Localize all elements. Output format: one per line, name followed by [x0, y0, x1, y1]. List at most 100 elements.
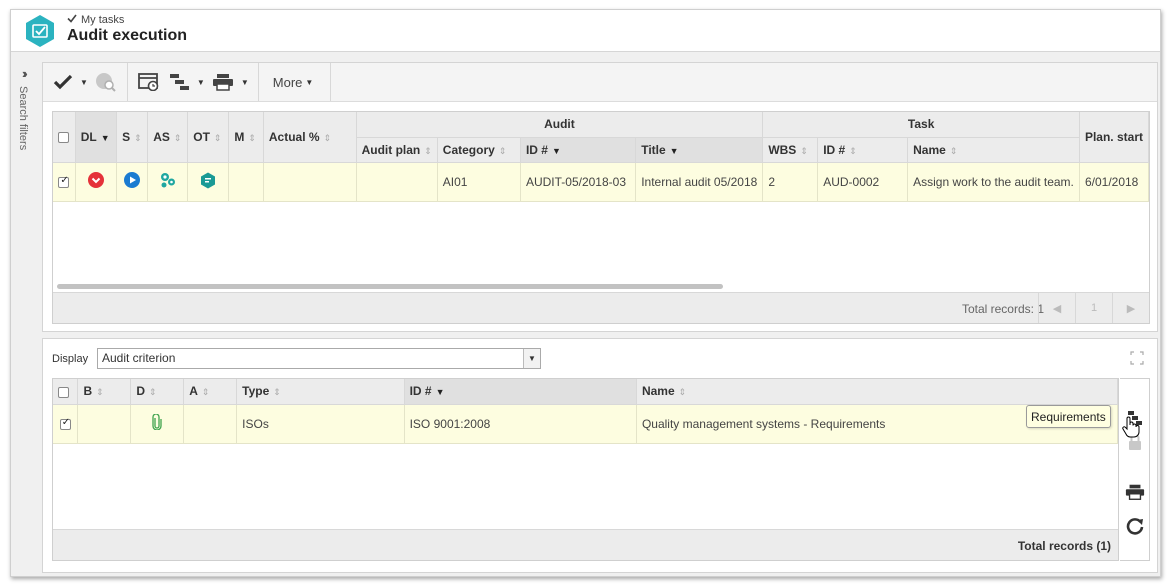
expand-filters-icon[interactable]: ›› [22, 66, 27, 81]
select-all-checkbox[interactable] [58, 386, 69, 398]
column-header-name[interactable]: Name ⇕ [907, 137, 1080, 163]
table-row[interactable]: AI01 AUDIT-05/2018-03 Internal audit 05/… [53, 162, 1149, 202]
column-label-a: A [189, 384, 198, 399]
breadcrumb-label: My tasks [81, 14, 125, 26]
current-page[interactable]: 1 [1075, 293, 1112, 323]
print-button[interactable] [1124, 481, 1146, 503]
column-label-wbs: WBS [768, 142, 797, 157]
column-label-name: Name [913, 142, 946, 157]
column-header-task-id[interactable]: ID # ⇕ [817, 137, 909, 163]
more-button[interactable]: More ▼ [265, 69, 325, 95]
column-label-as: AS [153, 129, 170, 144]
toolbar: ▼ ▼ ▼ More ▼ [43, 63, 1157, 102]
column-header-as[interactable]: AS ⇕ [147, 112, 189, 163]
refresh-button[interactable] [1124, 515, 1146, 537]
row-checkbox[interactable] [59, 417, 71, 430]
disabled-action-button[interactable] [91, 69, 121, 95]
toolbar-group-view: ▼ ▼ [128, 63, 259, 101]
audit-id-cell: AUDIT-05/2018-03 [520, 162, 637, 202]
tasks-grid-footer: Total records: 1 ◀ 1 ▶ [53, 292, 1149, 323]
previous-page-button[interactable]: ◀ [1038, 293, 1075, 323]
column-header-m[interactable]: M ⇕ [228, 112, 264, 163]
print-button[interactable] [208, 69, 238, 95]
sort-icon: ⇕ [248, 132, 256, 143]
criteria-grid: B ⇕ D ⇕ A ⇕ Type ⇕ ID # ▼ Name ⇕ ✓ ISOs … [52, 378, 1119, 561]
row-select-cell[interactable] [53, 404, 79, 444]
column-header-actual[interactable]: Actual % ⇕ [263, 112, 357, 163]
task-name-cell: Assign work to the audit team. [907, 162, 1080, 202]
hierarchy-dropdown-caret[interactable]: ▼ [194, 78, 208, 87]
column-label-category: Category [442, 142, 495, 157]
table-row[interactable]: ISOs ISO 9001:2008 Quality management sy… [53, 404, 1118, 444]
page-title: Audit execution [67, 27, 188, 44]
column-label-m: M [234, 129, 245, 144]
requirements-tooltip: Requirements [1026, 405, 1111, 428]
print-dropdown-caret[interactable]: ▼ [238, 78, 252, 87]
sort-icon: ⇕ [498, 145, 507, 156]
column-header-name[interactable]: Name ⇕ [636, 379, 1118, 405]
select-all-header[interactable] [53, 379, 79, 405]
column-header-wbs[interactable]: WBS ⇕ [762, 137, 819, 163]
sort-icon: ⇕ [201, 387, 210, 398]
printer-icon [212, 74, 233, 91]
column-header-id[interactable]: ID # ▼ [404, 379, 637, 405]
sort-icon: ⇕ [173, 132, 182, 143]
column-header-dl[interactable]: DL ▼ [75, 112, 118, 163]
column-header-d[interactable]: D ⇕ [130, 379, 185, 405]
audit-plan-cell [356, 162, 438, 202]
wbs-cell: 2 [762, 162, 819, 202]
row-checkbox[interactable] [58, 175, 70, 188]
paperclip-icon[interactable] [152, 413, 162, 431]
sort-icon: ⇕ [273, 387, 281, 398]
column-header-plan-start[interactable]: Plan. start [1079, 112, 1149, 163]
row-select-cell[interactable] [53, 162, 76, 202]
audit-app-icon [26, 15, 54, 47]
column-header-a[interactable]: A ⇕ [183, 379, 238, 405]
column-label-b: B [83, 384, 93, 399]
group-header-task: Task [762, 112, 1080, 138]
object-type-icon [201, 172, 216, 188]
execute-dropdown-caret[interactable]: ▼ [77, 78, 91, 87]
next-page-icon: ▶ [1126, 302, 1136, 315]
column-header-s[interactable]: S ⇕ [116, 112, 149, 163]
chevron-down-icon[interactable]: ▼ [523, 349, 540, 368]
dl-cell [75, 162, 118, 202]
column-label-ot: OT [193, 129, 210, 144]
column-header-type[interactable]: Type ⇕ [236, 379, 405, 405]
next-page-button[interactable]: ▶ [1112, 293, 1149, 323]
sort-icon: ⇕ [213, 132, 222, 143]
sort-desc-icon: ▼ [435, 387, 445, 398]
column-label-id: ID # [409, 384, 432, 399]
horizontal-scrollbar[interactable] [57, 284, 723, 289]
column-header-b[interactable]: B ⇕ [77, 379, 132, 405]
title-cell: Internal audit 05/2018 [635, 162, 764, 202]
breadcrumb[interactable]: My tasks [67, 14, 124, 26]
ot-cell [187, 162, 230, 202]
tasks-grid: DL ▼ S ⇕ AS ⇕ OT ⇕ M ⇕ Actual % ⇕ Audit Task P… [52, 111, 1150, 324]
sort-icon: ⇕ [849, 145, 857, 156]
select-all-header[interactable] [53, 112, 76, 163]
column-header-category[interactable]: Category ⇕ [437, 137, 521, 163]
deadline-late-icon [87, 172, 104, 188]
column-label-title: Title [641, 142, 666, 157]
audit-task-panel: ▼ ▼ ▼ More ▼ DL ▼ S ⇕ AS ⇕ OT ⇕ M ⇕ Actu… [42, 62, 1158, 332]
select-all-checkbox[interactable] [58, 132, 69, 144]
actual-cell [263, 162, 357, 202]
sort-desc-icon: ▼ [100, 132, 110, 143]
sort-icon: ⇕ [678, 387, 687, 398]
execute-button[interactable] [49, 69, 77, 95]
maximize-icon[interactable] [1130, 351, 1144, 365]
sort-icon: ⇕ [149, 387, 157, 398]
hierarchy-button[interactable] [164, 69, 194, 95]
search-filters-label[interactable]: Search filters [17, 86, 29, 150]
column-header-audit-plan[interactable]: Audit plan ⇕ [356, 137, 438, 163]
column-header-ot[interactable]: OT ⇕ [187, 112, 230, 163]
display-select[interactable]: Audit criterion ▼ [97, 348, 541, 369]
column-header-title[interactable]: Title ▼ [635, 137, 764, 163]
a-cell [183, 404, 238, 444]
type-cell: ISOs [236, 404, 405, 444]
sort-icon: ⇕ [96, 387, 104, 398]
view-data-button[interactable] [134, 69, 164, 95]
search-filters-rail[interactable]: ›› Search filters [11, 53, 41, 577]
column-header-audit-id[interactable]: ID # ▼ [520, 137, 637, 163]
